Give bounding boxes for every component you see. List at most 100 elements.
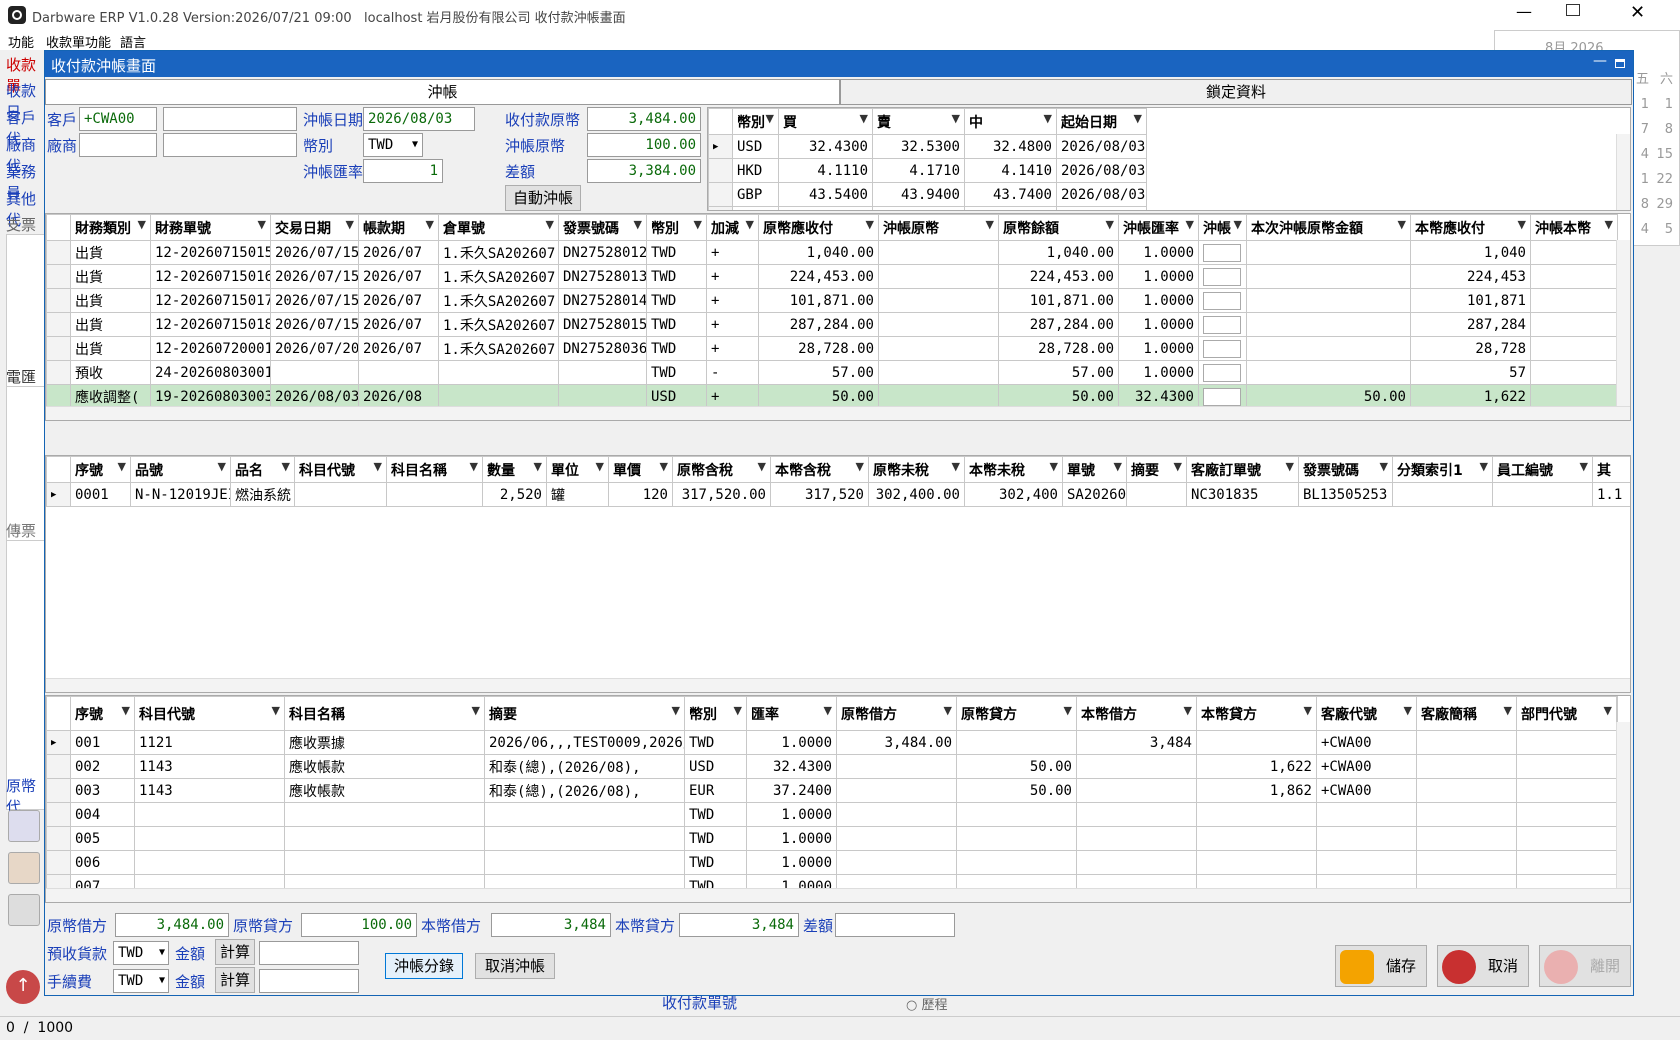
column-header[interactable]: 摘要 ▼ (484, 696, 685, 731)
column-header[interactable]: 員工編號 ▼ (1492, 456, 1593, 483)
table-cell[interactable]: 19-20260803003 (150, 384, 271, 409)
table-cell[interactable]: 32.4300 (1118, 384, 1199, 409)
ar-vertical-scrollbar[interactable] (1616, 240, 1630, 406)
fx-vertical-scrollbar[interactable] (1616, 134, 1630, 210)
table-cell[interactable]: 287,284 (1410, 312, 1531, 337)
column-header[interactable]: 部門代號 ▼ (1516, 696, 1617, 731)
table-cell[interactable]: 287,284.00 (758, 312, 879, 337)
column-header[interactable]: 單號 ▼ (1062, 456, 1127, 483)
table-cell[interactable] (1516, 730, 1617, 755)
maximize-button[interactable] (1566, 4, 1580, 16)
table-cell[interactable] (1530, 288, 1618, 313)
table-cell[interactable]: 1.0000 (746, 730, 837, 755)
table-cell[interactable] (878, 384, 999, 409)
column-header[interactable]: 買 ▼ (778, 108, 873, 135)
column-header[interactable]: 幣別 ▼ (684, 696, 747, 731)
table-cell[interactable]: TWD (646, 288, 707, 313)
table-cell[interactable] (836, 826, 957, 851)
table-cell[interactable]: N-N-12019JEI (130, 482, 231, 507)
hist-radio[interactable]: ○ 歷程 (906, 994, 948, 1013)
table-cell[interactable]: 1,622 (1196, 754, 1317, 779)
table-cell[interactable]: TWD (646, 336, 707, 361)
journal-horizontal-scrollbar[interactable] (46, 888, 1630, 902)
table-cell[interactable]: 317,520 (770, 482, 869, 507)
table-cell[interactable]: TWD (646, 312, 707, 337)
close-button[interactable]: ✕ (1630, 2, 1645, 23)
table-cell[interactable]: GBP (732, 182, 779, 207)
column-header[interactable]: 交易日期 ▼ (270, 214, 359, 241)
table-cell[interactable]: 004 (70, 802, 135, 827)
table-row[interactable]: 應收調整(19-20260803003 2026/08/03 2026/08 USD +… (46, 384, 1618, 409)
table-cell[interactable]: 12-20260720001 (150, 336, 271, 361)
table-cell[interactable]: 1.禾久SA202607 (438, 312, 559, 337)
table-cell[interactable] (836, 754, 957, 779)
table-cell[interactable]: 2026/08/03 (1056, 158, 1147, 183)
table-cell[interactable]: 224,453.00 (758, 264, 879, 289)
column-header[interactable]: 本次沖帳原幣金額 ▼ (1246, 214, 1411, 241)
column-header[interactable]: 科目代號 ▼ (134, 696, 285, 731)
table-cell[interactable]: 1.1 (1592, 482, 1630, 507)
table-cell[interactable] (134, 802, 285, 827)
amount-field[interactable]: 3,484.00 (587, 107, 701, 131)
table-cell[interactable]: 2026/08/03 (1056, 134, 1147, 159)
table-cell[interactable]: EUR (684, 778, 747, 803)
table-row[interactable]: ▶ 0001 N-N-12019JEI 燃油系統 2,520 罐 120 317,520.00… (46, 482, 1630, 507)
table-cell[interactable]: + (706, 240, 759, 265)
note-icon[interactable] (8, 810, 40, 842)
table-cell[interactable]: 22.6900 (778, 206, 873, 210)
customer-name-field[interactable] (163, 107, 297, 131)
column-header[interactable]: 本幣借方 ▼ (1076, 696, 1197, 731)
table-cell[interactable]: 120 (608, 482, 673, 507)
table-cell[interactable]: 1.禾久SA202607 (438, 240, 559, 265)
table-row[interactable]: HKD 4.1110 4.1710 4.1410 2026/08/03 (708, 158, 1618, 183)
table-cell[interactable]: DN27528012 (558, 240, 647, 265)
table-cell[interactable]: 32.5300 (872, 134, 965, 159)
table-cell[interactable]: 2026/08/03 (1056, 206, 1147, 210)
table-cell[interactable] (1246, 240, 1411, 265)
table-cell[interactable]: 1.0000 (1118, 312, 1199, 337)
table-cell[interactable] (1416, 802, 1517, 827)
table-cell[interactable]: BL13505253 (1298, 482, 1393, 507)
fee-currency-select[interactable]: TWD ▼ (113, 969, 169, 993)
table-cell[interactable]: TWD (684, 730, 747, 755)
table-cell[interactable]: + (706, 288, 759, 313)
column-header[interactable]: 科目代號 ▼ (294, 456, 387, 483)
column-header[interactable]: 品名 ▼ (230, 456, 295, 483)
table-cell[interactable]: 2026/07 (358, 264, 439, 289)
table-cell[interactable] (878, 240, 999, 265)
table-row[interactable]: 出貨 12-20260715016 2026/07/15 2026/07 1.禾久SA2… (46, 264, 1618, 289)
table-cell[interactable]: 43.7400 (964, 182, 1057, 207)
settle-checkbox[interactable] (1203, 291, 1241, 310)
ar-horizontal-scrollbar[interactable] (46, 406, 1630, 420)
table-cell[interactable] (1198, 360, 1247, 385)
table-cell[interactable]: 1.禾久SA202607 (438, 336, 559, 361)
table-cell[interactable] (1416, 730, 1517, 755)
table-cell[interactable]: 224,453 (1410, 264, 1531, 289)
menu-item-receipt[interactable]: 收款單功能 (46, 32, 111, 51)
table-cell[interactable] (1126, 482, 1187, 507)
table-cell[interactable] (1198, 240, 1247, 265)
column-header[interactable]: 沖帳 ▼ (1198, 214, 1247, 241)
vendor-code-field[interactable] (79, 133, 157, 157)
table-cell[interactable] (1246, 288, 1411, 313)
table-cell[interactable] (1530, 336, 1618, 361)
table-cell[interactable]: 28,728.00 (758, 336, 879, 361)
table-cell[interactable]: 出貨 (70, 288, 151, 313)
table-cell[interactable]: 50.00 (1246, 384, 1411, 409)
table-cell[interactable]: 應收帳款 (284, 778, 485, 803)
table-row[interactable]: 出貨 12-20260715015 2026/07/15 2026/07 1.禾久SA2… (46, 240, 1618, 265)
table-cell[interactable] (1076, 754, 1197, 779)
table-cell[interactable]: 43.9400 (872, 182, 965, 207)
table-cell[interactable]: 224,453.00 (998, 264, 1119, 289)
table-cell[interactable]: 57 (1410, 360, 1531, 385)
table-cell[interactable]: 1.0000 (1118, 336, 1199, 361)
table-cell[interactable] (438, 360, 559, 385)
table-cell[interactable] (1196, 730, 1317, 755)
table-cell[interactable] (1530, 240, 1618, 265)
column-header[interactable]: 原幣借方 ▼ (836, 696, 957, 731)
table-cell[interactable]: 1.禾久SA202607 (438, 288, 559, 313)
prepaid-currency-select[interactable]: TWD ▼ (113, 941, 169, 965)
table-cell[interactable] (1516, 826, 1617, 851)
flower-icon[interactable] (8, 852, 40, 884)
table-cell[interactable] (1198, 288, 1247, 313)
